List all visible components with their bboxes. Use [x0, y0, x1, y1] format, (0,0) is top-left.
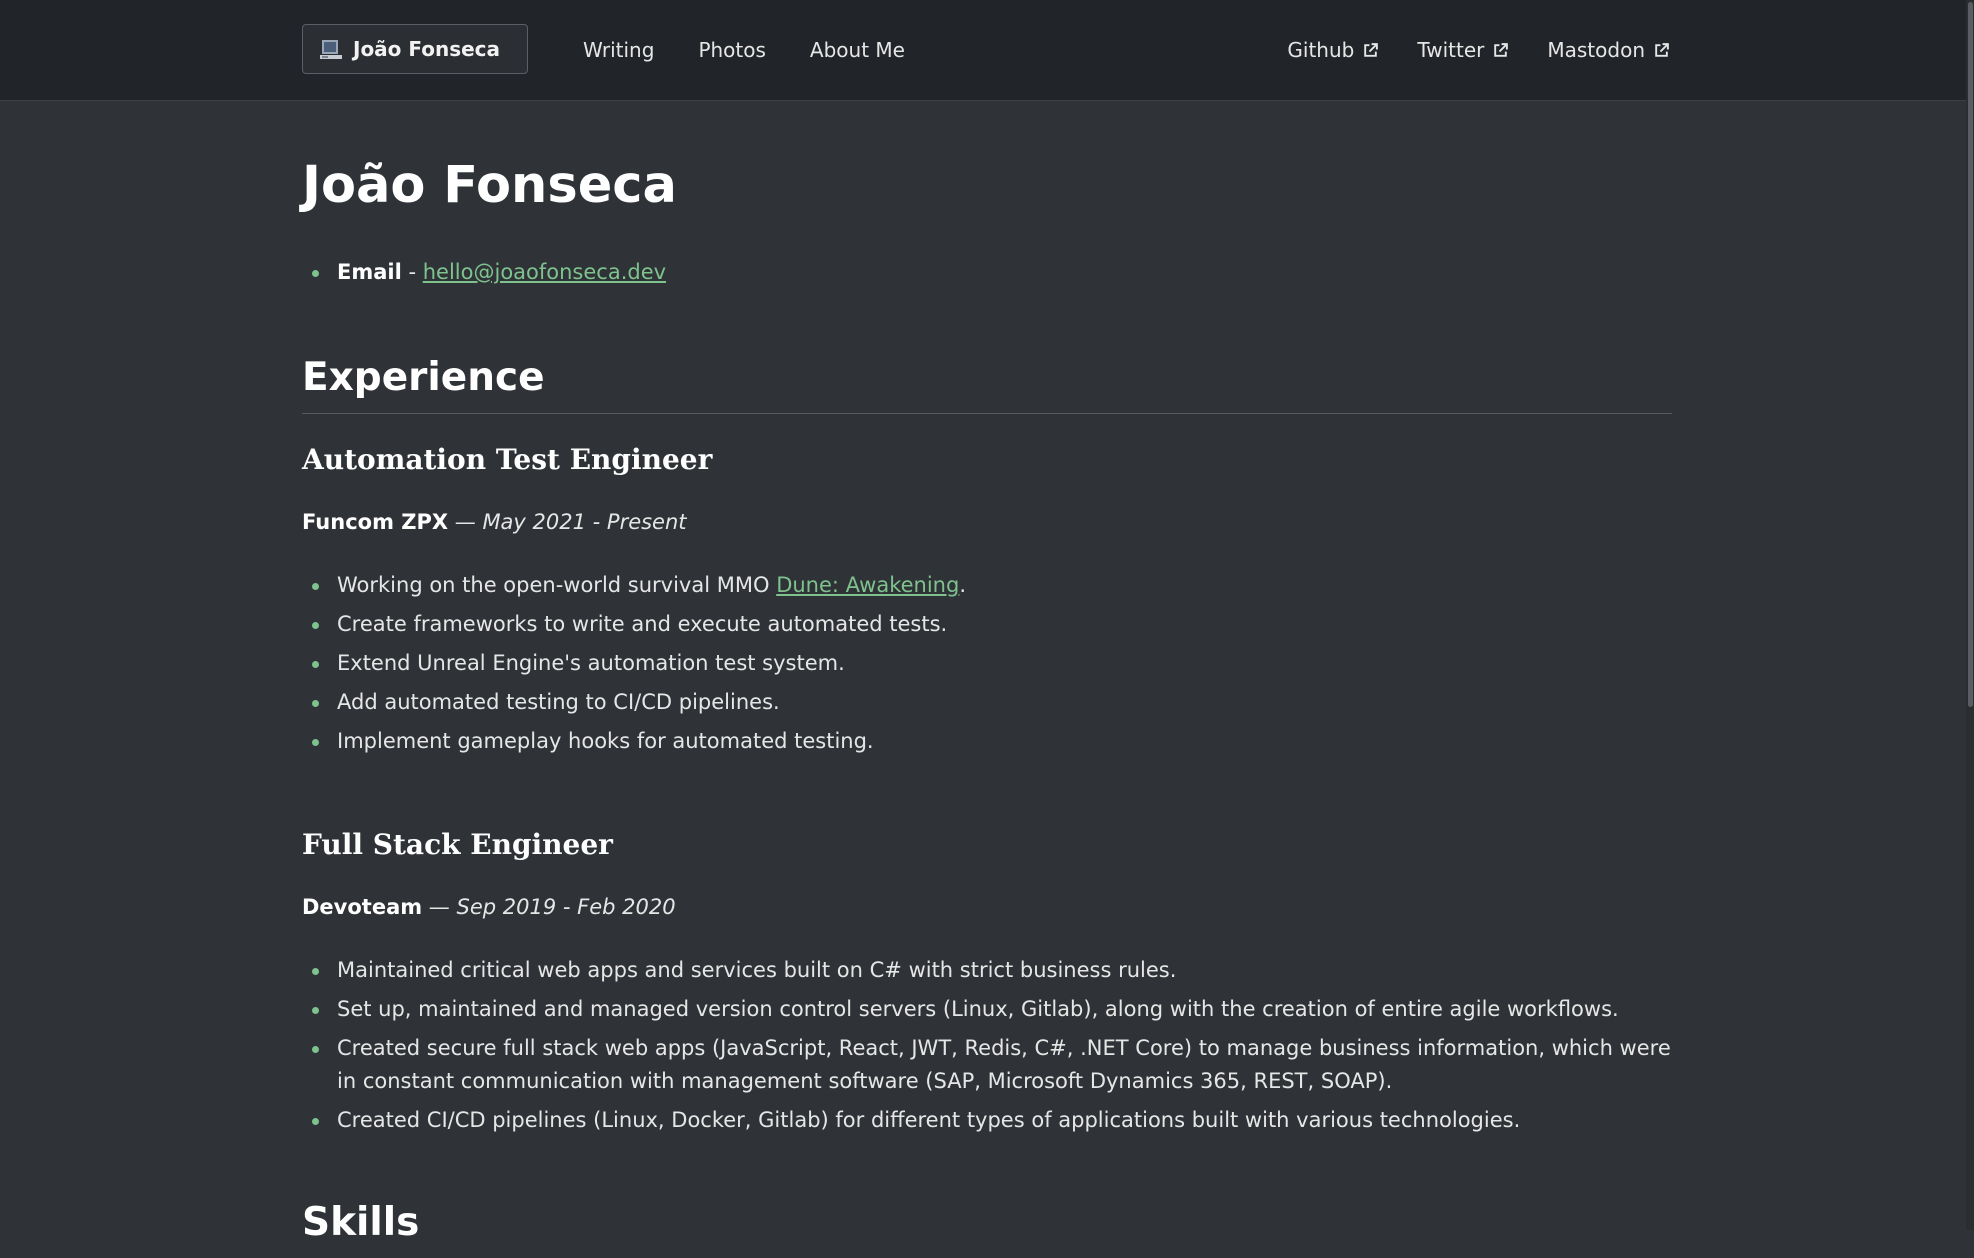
job-meta-funcom: Funcom ZPX — May 2021 - Present: [302, 507, 687, 537]
page-title: João Fonseca: [302, 156, 677, 215]
brand-name: João Fonseca: [353, 37, 501, 61]
meta-dash: —: [422, 895, 457, 919]
job-period: May 2021 - Present: [482, 510, 687, 534]
external-link-icon: [1494, 42, 1509, 57]
primary-nav: Writing Photos About Me: [583, 36, 905, 64]
nav-link-mastodon[interactable]: Mastodon: [1547, 36, 1670, 64]
social-nav: Github Twitter Mastodon: [1287, 36, 1670, 64]
nav-link-github-label: Github: [1287, 38, 1355, 62]
nav-link-about-me[interactable]: About Me: [810, 36, 905, 64]
company-name: Funcom ZPX: [302, 510, 449, 534]
job-title-automation-test-engineer: Automation Test Engineer: [302, 443, 713, 476]
nav-link-twitter-label: Twitter: [1417, 38, 1485, 62]
job-title-full-stack-engineer: Full Stack Engineer: [302, 828, 613, 861]
list-item: Created CI/CD pipelines (Linux, Docker, …: [302, 1104, 1672, 1137]
job-meta-devoteam: Devoteam — Sep 2019 - Feb 2020: [302, 892, 676, 922]
external-link-icon: [1364, 42, 1379, 57]
meta-dash: —: [448, 510, 483, 534]
list-item: Extend Unreal Engine's automation test s…: [302, 647, 1672, 680]
page-scrollbar[interactable]: [1966, 0, 1974, 1230]
list-item: Implement gameplay hooks for automated t…: [302, 725, 1672, 758]
email-link[interactable]: hello@joaofonseca.dev: [423, 260, 666, 284]
bullet-text: Working on the open-world survival MMO: [337, 573, 777, 597]
external-link-icon: [1655, 42, 1669, 57]
nav-link-github[interactable]: Github: [1287, 36, 1379, 64]
list-item: Set up, maintained and managed version c…: [302, 993, 1672, 1026]
nav-link-mastodon-label: Mastodon: [1547, 38, 1645, 62]
skills-heading: Skills: [302, 1200, 420, 1245]
nav-link-photos[interactable]: Photos: [698, 36, 765, 64]
home-brand-button[interactable]: João Fonseca: [302, 24, 528, 74]
email-separator: -: [401, 260, 423, 284]
list-item: Working on the open-world survival MMO D…: [302, 569, 1672, 602]
contact-item-email: Email - hello@joaofonseca.dev: [302, 256, 1672, 289]
nav-link-twitter[interactable]: Twitter: [1417, 36, 1509, 64]
email-label: Email: [337, 260, 402, 284]
job-bullets-funcom: Working on the open-world survival MMO D…: [302, 569, 1672, 764]
nav-link-writing[interactable]: Writing: [583, 36, 654, 64]
experience-heading: Experience: [302, 353, 1672, 414]
list-item: Created secure full stack web apps (Java…: [302, 1032, 1672, 1098]
job-period: Sep 2019 - Feb 2020: [456, 895, 676, 919]
contact-list: Email - hello@joaofonseca.dev: [302, 256, 1672, 295]
scrollbar-thumb[interactable]: [1968, 2, 1973, 707]
list-item: Add automated testing to CI/CD pipelines…: [302, 686, 1672, 719]
top-navbar: João Fonseca Writing Photos About Me Git…: [0, 0, 1974, 101]
dune-awakening-link[interactable]: Dune: Awakening: [776, 573, 959, 597]
job-bullets-devoteam: Maintained critical web apps and service…: [302, 954, 1672, 1143]
company-name: Devoteam: [302, 895, 423, 919]
bullet-text-end: .: [959, 573, 967, 597]
list-item: Maintained critical web apps and service…: [302, 954, 1672, 987]
list-item: Create frameworks to write and execute a…: [302, 608, 1672, 641]
computer-icon: [320, 40, 342, 59]
